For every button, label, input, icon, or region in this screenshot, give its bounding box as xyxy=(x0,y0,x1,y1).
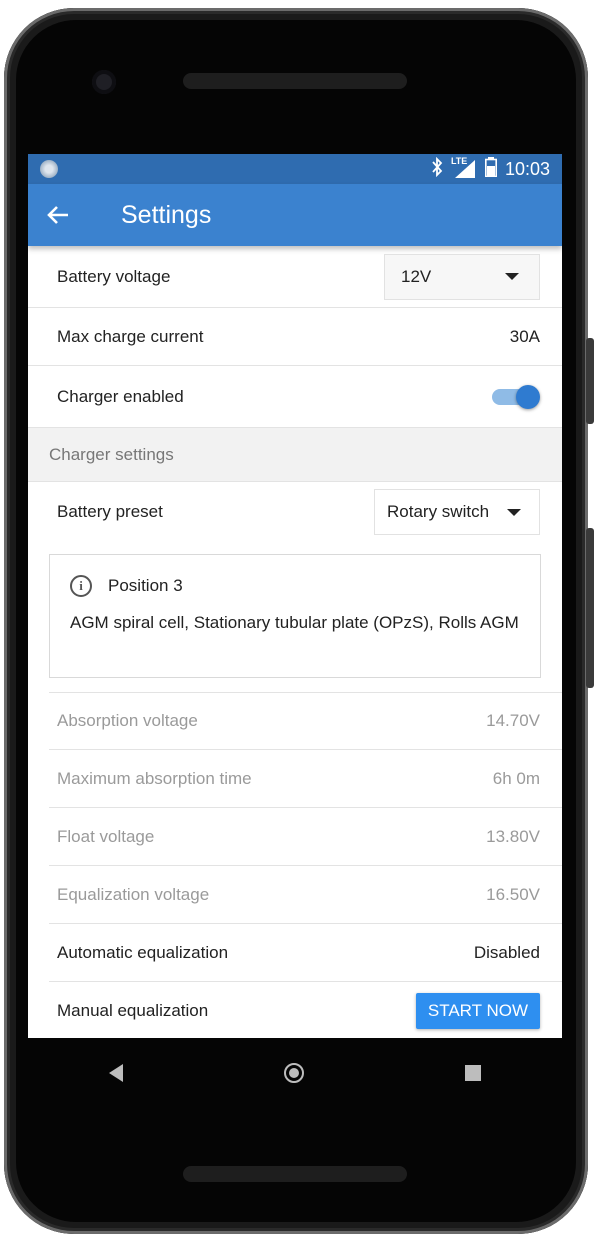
bluetooth-icon xyxy=(431,156,443,182)
manual-equalization-label: Manual equalization xyxy=(57,1000,209,1020)
lte-signal-icon: LTE xyxy=(450,156,477,179)
front-camera xyxy=(92,70,116,94)
info-icon: i xyxy=(70,575,92,597)
status-icons: LTE 10:03 xyxy=(431,156,550,182)
battery-voltage-value: 12V xyxy=(401,266,432,286)
top-speaker xyxy=(183,73,407,89)
max-charge-current-row[interactable]: Max charge current 30A xyxy=(28,308,562,366)
charger-enabled-row: Charger enabled xyxy=(28,366,562,428)
nav-recents-icon[interactable] xyxy=(465,1065,482,1081)
manual-equalization-row: Manual equalization START NOW xyxy=(49,982,562,1038)
toggle-thumb xyxy=(516,384,540,409)
system-nav-bar xyxy=(28,1038,562,1108)
info-header: i Position 3 xyxy=(70,575,520,597)
charger-enabled-label: Charger enabled xyxy=(57,386,184,406)
battery-voltage-dropdown[interactable]: 12V xyxy=(384,253,540,300)
float-voltage-value: 13.80V xyxy=(486,826,540,846)
screen: LTE 10:03 Settings Battery voltage 12V M… xyxy=(28,154,562,1038)
arrow-back-icon xyxy=(47,206,68,224)
lte-label: LTE xyxy=(450,156,468,166)
nav-back-icon[interactable] xyxy=(108,1064,123,1082)
automatic-equalization-row[interactable]: Automatic equalization Disabled xyxy=(49,924,562,982)
equalization-voltage-value: 16.50V xyxy=(486,884,540,904)
app-bar: Settings xyxy=(28,184,562,246)
nav-home-icon[interactable] xyxy=(283,1063,304,1083)
charger-enabled-toggle[interactable] xyxy=(492,384,540,409)
battery-preset-label: Battery preset xyxy=(57,502,163,521)
max-charge-current-label: Max charge current xyxy=(57,326,204,346)
volume-button xyxy=(586,528,594,688)
status-time: 10:03 xyxy=(504,158,550,179)
max-absorption-time-value: 6h 0m xyxy=(492,768,540,788)
battery-preset-value: Rotary switch xyxy=(387,502,490,521)
battery-preset-row: Battery preset Rotary switch xyxy=(28,482,562,542)
preset-info-box: i Position 3 AGM spiral cell, Stationary… xyxy=(49,554,541,678)
caret-down-icon xyxy=(507,508,521,516)
info-text: AGM spiral cell, Stationary tubular plat… xyxy=(70,613,519,632)
automatic-equalization-label: Automatic equalization xyxy=(57,942,229,962)
absorption-voltage-label: Absorption voltage xyxy=(57,711,198,730)
float-voltage-label: Float voltage xyxy=(57,826,155,846)
equalization-voltage-label: Equalization voltage xyxy=(57,884,210,904)
power-button xyxy=(586,338,594,424)
absorption-voltage-row: Absorption voltage 14.70V xyxy=(49,692,562,750)
info-title: Position 3 xyxy=(108,576,183,595)
absorption-voltage-value: 14.70V xyxy=(486,711,540,730)
page-title: Settings xyxy=(121,200,212,229)
battery-preset-dropdown[interactable]: Rotary switch xyxy=(374,489,540,535)
battery-icon xyxy=(484,156,497,182)
max-absorption-time-label: Maximum absorption time xyxy=(57,768,252,788)
float-voltage-row: Float voltage 13.80V xyxy=(49,808,562,866)
notification-icon xyxy=(40,160,58,178)
bottom-speaker xyxy=(183,1166,407,1182)
back-button[interactable] xyxy=(28,205,88,225)
section-header: Charger settings xyxy=(28,428,562,482)
battery-voltage-label: Battery voltage xyxy=(57,266,171,286)
settings-list: Battery voltage 12V Max charge current 3… xyxy=(28,246,562,1038)
battery-voltage-row: Battery voltage 12V xyxy=(28,246,562,308)
equalization-voltage-row: Equalization voltage 16.50V xyxy=(49,866,562,924)
start-now-button[interactable]: START NOW xyxy=(415,992,540,1029)
status-bar: LTE 10:03 xyxy=(28,154,562,184)
max-absorption-time-row: Maximum absorption time 6h 0m xyxy=(49,750,562,808)
max-charge-current-value: 30A xyxy=(509,326,540,346)
caret-down-icon xyxy=(505,273,519,280)
automatic-equalization-value: Disabled xyxy=(473,942,540,962)
